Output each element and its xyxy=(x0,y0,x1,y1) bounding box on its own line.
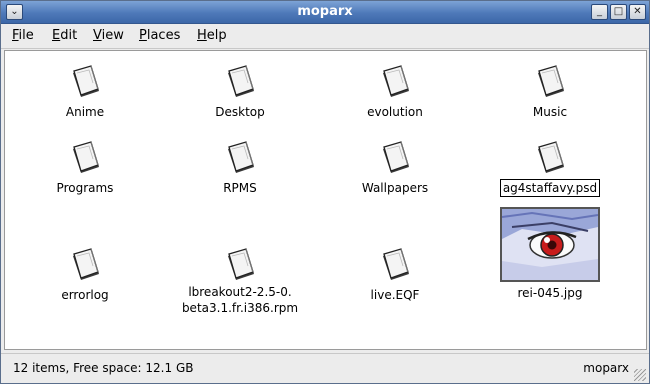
file-name: live.EQF xyxy=(370,288,420,302)
file-name: Programs xyxy=(56,181,114,195)
menu-file[interactable]: File xyxy=(12,28,34,43)
document-icon xyxy=(65,244,105,284)
file-name-rename-field[interactable]: ag4staffavy.psd xyxy=(499,179,601,197)
resize-grip[interactable] xyxy=(634,369,646,381)
close-button[interactable]: ✕ xyxy=(629,4,646,20)
file-item[interactable]: Programs xyxy=(10,137,160,196)
icon-view[interactable]: Anime Desktop evolution Music Programs R… xyxy=(4,50,647,350)
file-item[interactable]: Wallpapers xyxy=(320,137,470,196)
file-name: rei-045.jpg xyxy=(517,286,583,300)
status-summary: 12 items, Free space: 12.1 GB xyxy=(13,361,194,375)
file-name: errorlog xyxy=(61,288,109,302)
file-name: Anime xyxy=(65,105,105,119)
document-icon xyxy=(220,137,260,177)
document-icon xyxy=(65,137,105,177)
file-item[interactable]: RPMS xyxy=(165,137,315,196)
file-item[interactable]: evolution xyxy=(320,61,470,120)
status-bar: 12 items, Free space: 12.1 GB moparx xyxy=(1,353,649,383)
file-item[interactable]: rei-045.jpg xyxy=(475,207,625,301)
document-icon xyxy=(65,61,105,101)
document-icon xyxy=(375,61,415,101)
document-icon xyxy=(530,61,570,101)
menu-view[interactable]: View xyxy=(93,28,124,43)
document-icon xyxy=(220,61,260,101)
file-item[interactable]: ag4staffavy.psd xyxy=(475,137,625,197)
menu-edit[interactable]: Edit xyxy=(52,28,77,43)
file-item[interactable]: Anime xyxy=(10,61,160,120)
file-name: Desktop xyxy=(215,105,265,119)
file-name: Music xyxy=(532,105,568,119)
file-manager-window: ⌄ moparx _ □ ✕ File Edit View Places Hel… xyxy=(0,0,650,384)
file-item[interactable]: live.EQF xyxy=(320,244,470,303)
file-item[interactable]: Desktop xyxy=(165,61,315,120)
file-name: RPMS xyxy=(223,181,257,195)
file-item[interactable]: Music xyxy=(475,61,625,120)
minimize-button[interactable]: _ xyxy=(591,4,608,20)
document-icon xyxy=(375,244,415,284)
document-icon xyxy=(530,137,570,177)
menu-places[interactable]: Places xyxy=(139,28,180,43)
menu-help[interactable]: Help xyxy=(197,28,227,43)
file-name: evolution xyxy=(367,105,423,119)
menu-bar: File Edit View Places Help xyxy=(1,24,649,49)
status-location: moparx xyxy=(583,361,629,375)
maximize-button[interactable]: □ xyxy=(610,4,627,20)
file-item[interactable]: errorlog xyxy=(10,244,160,303)
document-icon xyxy=(220,244,260,284)
file-name: lbreakout2-2.5-0. beta3.1.fr.i386.rpm xyxy=(181,285,299,315)
file-item[interactable]: lbreakout2-2.5-0. beta3.1.fr.i386.rpm xyxy=(165,244,315,316)
title-bar[interactable]: ⌄ moparx _ □ ✕ xyxy=(1,1,649,24)
document-icon xyxy=(375,137,415,177)
file-name: Wallpapers xyxy=(361,181,429,195)
image-thumbnail xyxy=(500,207,600,282)
window-title: moparx xyxy=(297,4,353,19)
